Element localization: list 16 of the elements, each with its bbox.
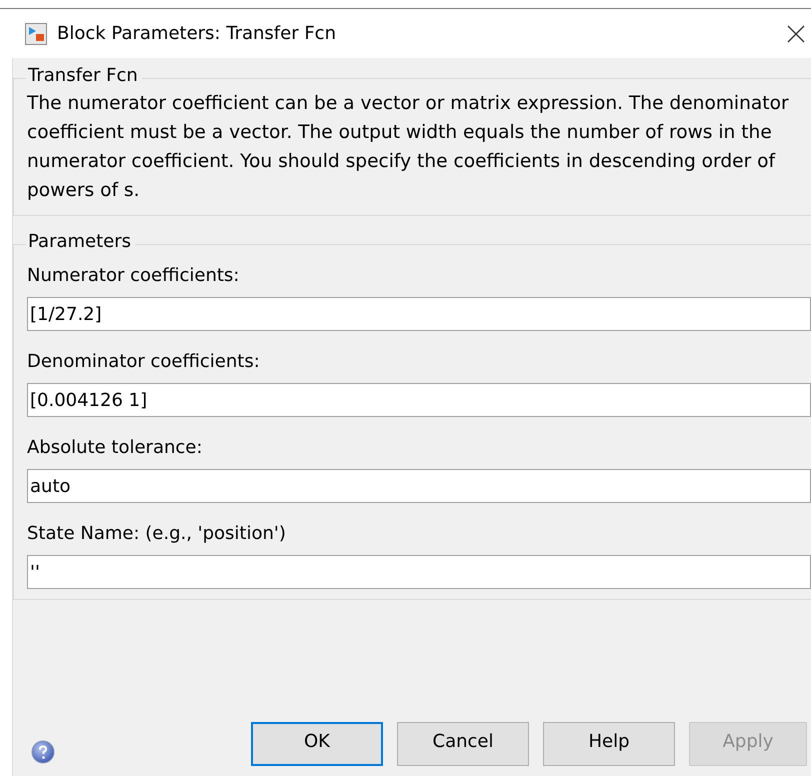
block-icon — [25, 22, 47, 44]
field-label: Numerator coefficients: — [27, 265, 240, 287]
dialog-button[interactable]: Help — [543, 722, 675, 766]
description-text: The numerator coefficient can be a vector or matrix expression. The denominator coefficient must be a vector. The output width equals the number of rows in the numerator coefficient. You should specify the coefficients in descending order of powers of s. — [27, 92, 790, 203]
close-icon[interactable] — [787, 24, 805, 42]
dialog-button[interactable]: Cancel — [397, 722, 529, 766]
input-field[interactable]: '' — [27, 555, 811, 589]
help-icon[interactable] — [31, 740, 55, 764]
field-label: Absolute tolerance: — [27, 437, 204, 459]
field-label: State Name: (e.g., 'position') — [27, 523, 287, 545]
field-label: Denominator coefficients: — [27, 351, 261, 373]
window-title: Block Parameters: Transfer Fcn — [57, 23, 336, 44]
input-field[interactable]: auto — [27, 469, 811, 503]
dialog-button[interactable]: OK — [251, 722, 383, 766]
input-field[interactable]: [0.004126 1] — [27, 383, 811, 417]
input-field[interactable]: [1/27.2] — [27, 297, 811, 331]
